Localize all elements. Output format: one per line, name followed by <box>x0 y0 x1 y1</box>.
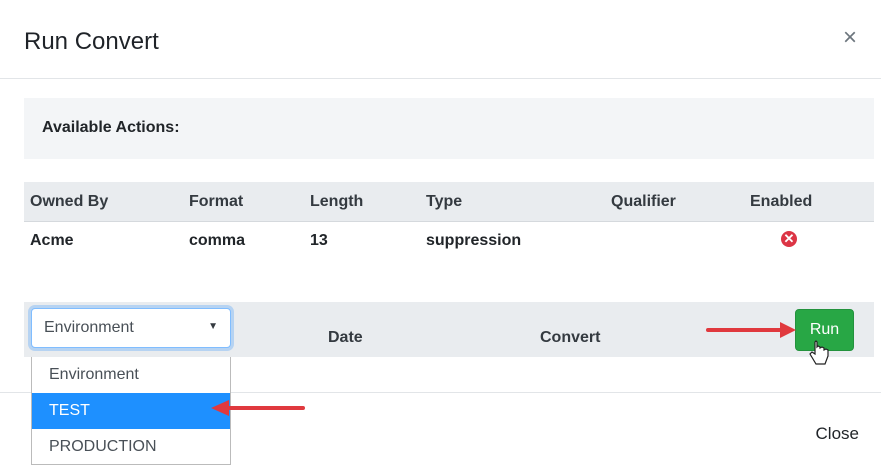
header-qualifier: Qualifier <box>611 193 676 210</box>
close-icon[interactable]: × <box>843 26 857 50</box>
arrow-to-test-icon <box>211 400 305 416</box>
header-type: Type <box>426 193 463 210</box>
cell-length: 13 <box>310 232 328 249</box>
available-actions-bar: Available Actions: <box>24 98 874 159</box>
header-enabled: Enabled <box>750 193 813 210</box>
chevron-down-icon: ▼ <box>208 321 218 332</box>
header-length: Length <box>310 193 364 210</box>
option-production[interactable]: PRODUCTION <box>32 429 230 465</box>
header-owned-by: Owned By <box>30 193 109 210</box>
close-button[interactable]: Close <box>816 424 859 444</box>
environment-dropdown-list: Environment TEST PRODUCTION <box>31 357 231 465</box>
environment-select[interactable]: Environment ▼ <box>31 308 231 348</box>
cell-owned-by: Acme <box>30 232 74 249</box>
disabled-x-icon: ✕ <box>781 231 797 247</box>
environment-select-value: Environment <box>44 319 134 336</box>
available-actions-label: Available Actions: <box>42 119 180 136</box>
table-row: Acme comma 13 suppression ✕ <box>24 222 874 262</box>
hand-cursor-icon <box>809 340 829 365</box>
option-test[interactable]: TEST <box>32 393 230 429</box>
option-environment[interactable]: Environment <box>32 357 230 393</box>
cell-format: comma <box>189 232 246 249</box>
modal-title: Run Convert <box>24 28 159 55</box>
arrow-to-run-icon <box>706 322 796 338</box>
date-column-label: Date <box>328 329 363 346</box>
cell-type: suppression <box>426 232 522 249</box>
table-header: Owned By Format Length Type Qualifier En… <box>24 182 874 222</box>
header-format: Format <box>189 193 244 210</box>
modal-header: Run Convert × <box>0 0 881 79</box>
convert-column-label: Convert <box>540 329 601 346</box>
